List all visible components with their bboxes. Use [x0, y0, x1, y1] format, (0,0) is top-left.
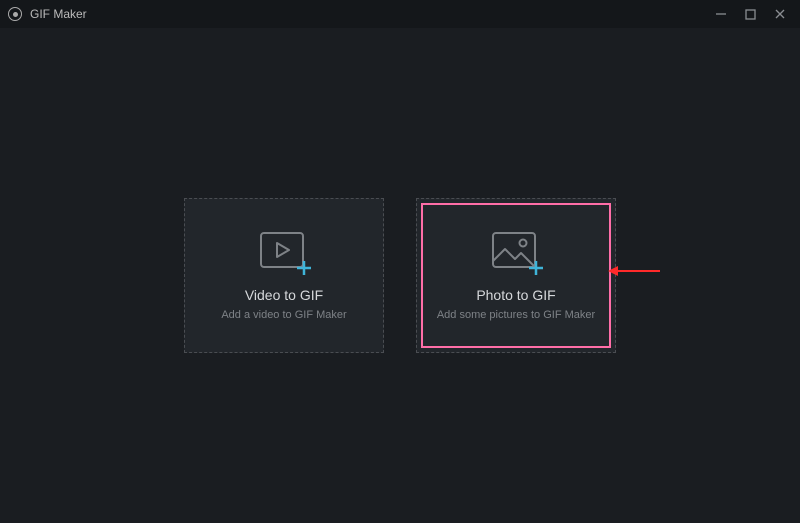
minimize-button[interactable] [715, 8, 727, 20]
video-card-title: Video to GIF [245, 287, 323, 303]
video-to-gif-card[interactable]: Video to GIF Add a video to GIF Maker [184, 198, 384, 353]
photo-icon [491, 231, 541, 271]
window-title: GIF Maker [30, 7, 87, 21]
photo-to-gif-card[interactable]: Photo to GIF Add some pictures to GIF Ma… [416, 198, 616, 353]
close-button[interactable] [774, 8, 786, 20]
video-icon [259, 231, 309, 271]
main-content: Video to GIF Add a video to GIF Maker Ph… [0, 28, 800, 523]
window-controls [715, 8, 792, 20]
photo-card-title: Photo to GIF [476, 287, 555, 303]
photo-card-desc: Add some pictures to GIF Maker [437, 309, 595, 321]
titlebar: GIF Maker [0, 0, 800, 28]
maximize-button[interactable] [745, 9, 756, 20]
app-icon [8, 7, 22, 21]
video-card-desc: Add a video to GIF Maker [221, 309, 346, 321]
